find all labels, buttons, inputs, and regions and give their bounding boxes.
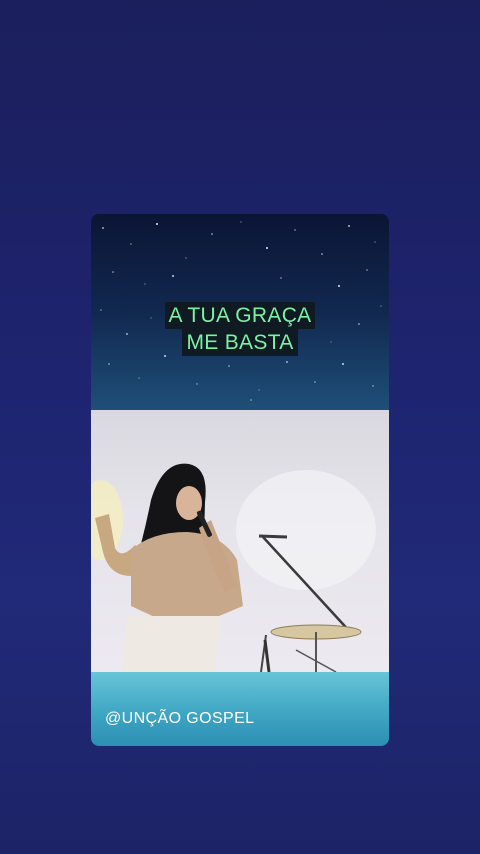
story-card[interactable]: A TUA GRAÇA ME BASTA @UNÇÃO GOSPEL <box>91 214 389 746</box>
video-frame[interactable] <box>91 410 389 672</box>
watermark-band: @UNÇÃO GOSPEL <box>91 672 389 746</box>
singer-stage-illustration <box>91 463 376 672</box>
caption-line-1: A TUA GRAÇA <box>164 302 316 329</box>
channel-handle[interactable]: @UNÇÃO GOSPEL <box>105 710 254 728</box>
caption-line-2: ME BASTA <box>182 329 298 356</box>
lyrics-caption: A TUA GRAÇA ME BASTA <box>91 302 389 356</box>
starry-sky-background: A TUA GRAÇA ME BASTA <box>91 214 389 410</box>
